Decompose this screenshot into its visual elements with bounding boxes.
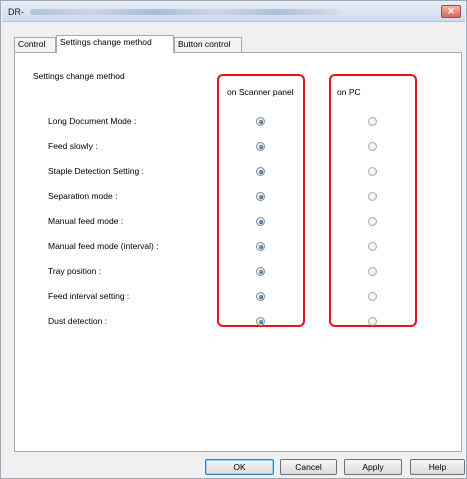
apply-button[interactable]: Apply [344,459,402,475]
radio-on-pc[interactable] [368,217,377,226]
radio-on-scanner-panel[interactable] [256,142,265,151]
settings-panel: Settings change method on Scanner panel … [14,52,462,452]
radio-on-pc[interactable] [368,317,377,326]
setting-label: Feed slowly : [48,141,98,151]
radio-on-pc[interactable] [368,192,377,201]
tab-settings-change-method[interactable]: Settings change method [56,35,174,53]
ok-button[interactable]: OK [205,459,274,475]
tab-button-control[interactable]: Button control [174,37,242,52]
radio-on-scanner-panel[interactable] [256,117,265,126]
radio-on-scanner-panel[interactable] [256,192,265,201]
close-button[interactable]: ✕ [441,5,461,18]
setting-label: Tray position : [48,266,102,276]
radio-on-scanner-panel[interactable] [256,292,265,301]
radio-on-pc[interactable] [368,292,377,301]
tab-control[interactable]: Control [14,37,56,52]
pc-column-header: on PC [337,87,361,97]
setting-label: Feed interval setting : [48,291,130,301]
title-bar: DR- ✕ [2,2,465,22]
setting-label: Separation mode : [48,191,118,201]
setting-label: Dust detection : [48,316,108,326]
radio-on-pc[interactable] [368,167,377,176]
radio-on-scanner-panel[interactable] [256,317,265,326]
setting-label: Staple Detection Setting : [48,166,144,176]
cancel-button[interactable]: Cancel [280,459,337,475]
settings-dialog: DR- ✕ Control Settings change method But… [0,0,467,479]
radio-on-pc[interactable] [368,142,377,151]
setting-label: Manual feed mode : [48,216,124,226]
redacted-title-text [30,9,340,15]
radio-on-pc[interactable] [368,267,377,276]
radio-on-pc[interactable] [368,117,377,126]
radio-on-pc[interactable] [368,242,377,251]
scanner-column-header: on Scanner panel [227,87,294,97]
radio-on-scanner-panel[interactable] [256,267,265,276]
setting-label: Long Document Mode : [48,116,137,126]
help-button[interactable]: Help [410,459,465,475]
radio-on-scanner-panel[interactable] [256,217,265,226]
radio-on-scanner-panel[interactable] [256,167,265,176]
radio-on-scanner-panel[interactable] [256,242,265,251]
window-title: DR- [8,7,24,17]
section-title: Settings change method [33,71,125,81]
setting-label: Manual feed mode (interval) : [48,241,159,251]
